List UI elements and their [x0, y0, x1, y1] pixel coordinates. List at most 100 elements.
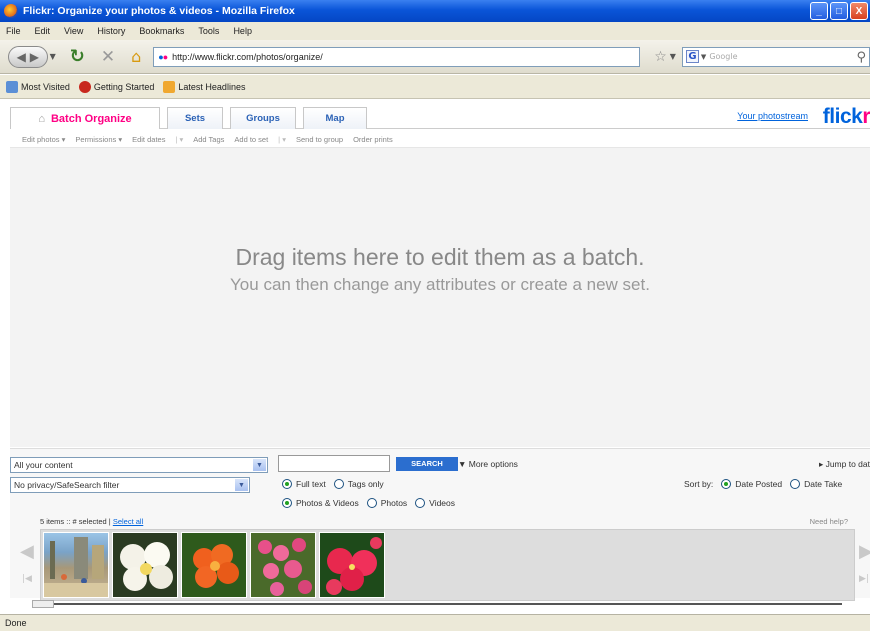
- tab-batch-organize[interactable]: ⌂ Batch Organize: [10, 107, 160, 129]
- google-engine-icon[interactable]: G: [685, 50, 699, 63]
- address-bar[interactable]: ●● http://www.flickr.com/photos/organize…: [153, 46, 641, 67]
- menu-view[interactable]: View: [64, 26, 83, 36]
- sort-label: Sort by:: [684, 479, 714, 489]
- status-bar: Done: [0, 614, 870, 631]
- reload-icon[interactable]: ↻: [70, 46, 85, 67]
- more-options-toggle[interactable]: ▼ More options: [458, 459, 518, 469]
- select-all-link[interactable]: Select all: [113, 517, 143, 526]
- filmstrip-scroll-track[interactable]: [34, 603, 842, 605]
- menu-tools[interactable]: Tools: [198, 26, 219, 36]
- photo-thumb[interactable]: [319, 532, 385, 598]
- bookmark-label: Getting Started: [93, 81, 155, 92]
- order-prints-button[interactable]: Order prints: [353, 135, 393, 144]
- tab-label: Groups: [246, 113, 280, 124]
- status-text: Done: [5, 618, 27, 628]
- tab-label: Map: [325, 113, 345, 124]
- radio-videos[interactable]: [415, 498, 426, 508]
- bookmark-most-visited[interactable]: Most Visited: [6, 80, 70, 93]
- tab-map[interactable]: Map: [303, 107, 367, 129]
- filmstrip-scroll-thumb[interactable]: [32, 600, 54, 608]
- menu-bookmarks[interactable]: Bookmarks: [139, 26, 184, 36]
- menu-file[interactable]: File: [6, 26, 21, 36]
- menu-edit[interactable]: Edit: [35, 26, 51, 36]
- strip-prev-icon[interactable]: ◀: [20, 541, 34, 562]
- jump-to-date-link[interactable]: ▸ Jump to dat: [819, 459, 870, 470]
- photo-thumb[interactable]: [112, 532, 178, 598]
- search-box[interactable]: G ▼ Google: [681, 46, 870, 67]
- search-placeholder: Google: [709, 52, 738, 61]
- radio-label: Videos: [429, 498, 456, 508]
- close-button[interactable]: X: [850, 2, 868, 20]
- batch-drop-area[interactable]: Drag items here to edit them as a batch.…: [10, 148, 870, 447]
- photo-thumb[interactable]: [43, 532, 109, 598]
- bookmark-getting-started[interactable]: Getting Started: [78, 80, 155, 93]
- home-icon: ⌂: [38, 112, 45, 125]
- chevron-down-icon: ▼: [235, 479, 248, 491]
- engine-dropdown-icon[interactable]: ▼: [701, 53, 706, 61]
- add-tags-button[interactable]: Add Tags: [193, 135, 224, 144]
- photo-filmstrip[interactable]: [40, 529, 855, 601]
- menu-history[interactable]: History: [97, 26, 125, 36]
- maximize-button[interactable]: □: [830, 2, 848, 20]
- radio-full-text[interactable]: [282, 479, 292, 489]
- window-title: Flickr: Organize your photos & videos - …: [23, 5, 295, 17]
- tab-groups[interactable]: Groups: [230, 107, 296, 129]
- firefox-icon: [4, 4, 18, 18]
- separator: | ▾: [175, 134, 184, 144]
- chevron-down-icon: ▼: [253, 459, 266, 471]
- send-to-group-button[interactable]: Send to group: [296, 135, 343, 144]
- batch-subinstruction: You can then change any attributes or cr…: [230, 275, 650, 294]
- logo-part-pink: r: [862, 105, 870, 128]
- permissions-menu[interactable]: Permissions ▾: [75, 135, 122, 144]
- orange-flower-photo-icon: [193, 544, 239, 588]
- strip-next-icon[interactable]: ▶: [859, 541, 870, 562]
- window-controls: _ □ X: [810, 2, 868, 20]
- content-select[interactable]: All your content ▼: [10, 457, 268, 473]
- bookmark-label: Latest Headlines: [178, 81, 246, 92]
- home-icon[interactable]: ⌂: [131, 47, 141, 66]
- back-forward-button[interactable]: ◀ ▶: [8, 45, 48, 68]
- radio-photos-videos[interactable]: [282, 498, 292, 508]
- photo-thumb[interactable]: [250, 532, 316, 598]
- add-to-set-button[interactable]: Add to set: [234, 135, 268, 144]
- radio-date-taken[interactable]: [790, 479, 801, 489]
- radio-label: Date Posted: [735, 479, 783, 489]
- find-panel: All your content ▼ No privacy/SafeSearch…: [10, 448, 870, 608]
- menu-help[interactable]: Help: [233, 26, 252, 36]
- jump-label: Jump to dat: [825, 459, 870, 469]
- radio-photos[interactable]: [366, 498, 377, 508]
- menu-bar: File Edit View History Bookmarks Tools H…: [0, 22, 870, 40]
- url-dropdown-icon[interactable]: ▼: [670, 52, 676, 61]
- bookmark-star-icon[interactable]: ☆: [654, 49, 667, 65]
- menu-label: Edit photos: [22, 134, 60, 144]
- search-input[interactable]: [278, 455, 390, 472]
- filter-select[interactable]: No privacy/SafeSearch filter ▼: [10, 477, 250, 493]
- forward-arrow-icon: ▶: [29, 49, 39, 64]
- edit-dates-button[interactable]: Edit dates: [132, 135, 165, 144]
- sort-radios: Sort by: Date Posted Date Take: [684, 479, 842, 489]
- radio-label: Photos: [380, 498, 408, 508]
- edit-photos-menu[interactable]: Edit photos ▾: [22, 135, 65, 144]
- radio-date-posted[interactable]: [721, 479, 732, 489]
- bookmark-latest-headlines[interactable]: Latest Headlines: [163, 80, 246, 93]
- red-hibiscus-photo-icon: [326, 537, 382, 595]
- stop-icon[interactable]: ✕: [101, 47, 115, 67]
- minimize-button[interactable]: _: [810, 2, 828, 20]
- select-value: No privacy/SafeSearch filter: [14, 480, 120, 490]
- strip-last-icon[interactable]: ▶|: [859, 574, 869, 584]
- your-photostream-link[interactable]: Your photostream: [737, 111, 808, 121]
- search-go-icon[interactable]: ⚲: [856, 50, 866, 65]
- items-count: 5 items :: # selected | Select all: [40, 517, 143, 526]
- tab-sets[interactable]: Sets: [167, 107, 223, 129]
- radio-tags-only[interactable]: [333, 479, 344, 489]
- back-arrow-icon: ◀: [16, 49, 26, 64]
- beach-photo-icon: [44, 537, 108, 597]
- history-dropdown-icon[interactable]: ▼: [50, 52, 56, 61]
- photo-thumb[interactable]: [181, 532, 247, 598]
- items-count-text: 5 items :: # selected |: [40, 517, 111, 526]
- search-button[interactable]: SEARCH: [396, 457, 458, 471]
- flickr-logo[interactable]: flickr: [823, 105, 870, 129]
- need-help-link[interactable]: Need help?: [810, 517, 848, 526]
- strip-first-icon[interactable]: |◀: [22, 574, 32, 584]
- separator: | ▾: [278, 134, 286, 144]
